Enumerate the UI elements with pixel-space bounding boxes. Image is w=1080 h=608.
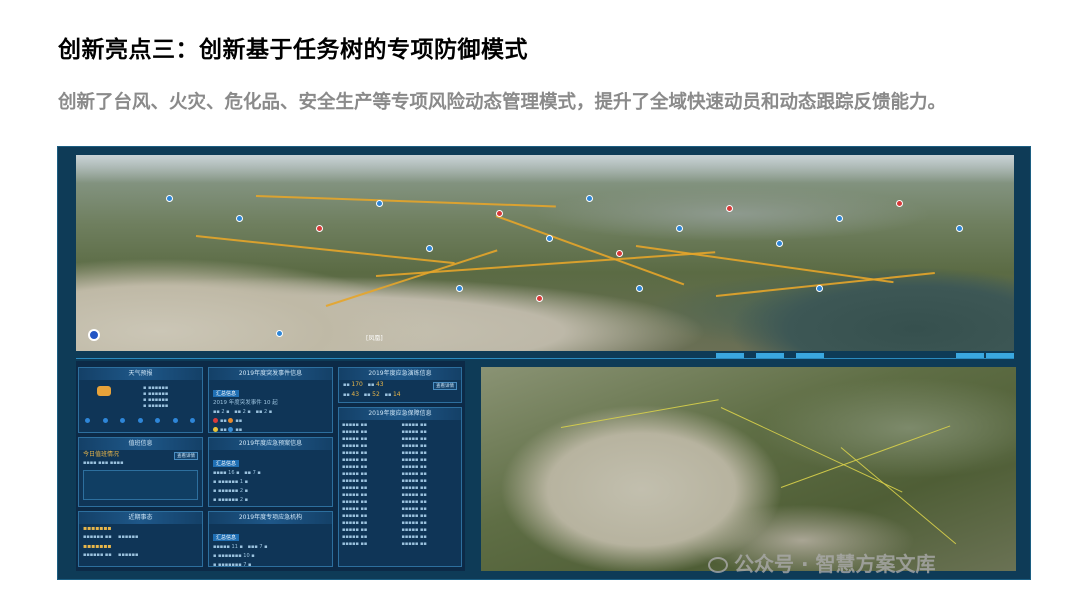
map-place-label: [凤凰] bbox=[366, 335, 383, 342]
agency-panel: 2019年度专项应急机构 汇总信息 ▪▪▪▪▪ 11 ▪ ▪▪▪ 7 ▪ ▪ ▪… bbox=[208, 511, 333, 567]
duty-panel: 值班信息 查看详情 今日值班情况 ▪▪▪▪ ▪▪▪ ▪▪▪▪ bbox=[78, 437, 203, 507]
aerial-map-right bbox=[481, 367, 1016, 571]
drill-panel: 2019年度应急演练信息 查看详情 ▪▪ 170 ▪▪ 43 ▪▪ 43 ▪▪ … bbox=[338, 367, 462, 403]
drill-more-button[interactable]: 查看详情 bbox=[433, 382, 457, 390]
divider-bar bbox=[76, 353, 1014, 359]
duty-more-button[interactable]: 查看详情 bbox=[174, 452, 198, 460]
recent-events-panel: 近期事态 ▪▪▪▪▪▪▪ ▪▪▪▪▪▪ ▪▪ ▪▪▪▪▪▪ ▪▪▪▪▪▪▪ ▪▪… bbox=[78, 511, 203, 567]
dashboard-panels: 天气预报 ▪ ▪▪▪▪▪▪ ▪ ▪▪▪▪▪▪ ▪ ▪▪▪▪▪▪ ▪ ▪▪▪▪▪▪ 值班… bbox=[76, 361, 465, 571]
aerial-map-top: [凤凰] bbox=[76, 155, 1014, 351]
weather-panel: 天气预报 ▪ ▪▪▪▪▪▪ ▪ ▪▪▪▪▪▪ ▪ ▪▪▪▪▪▪ ▪ ▪▪▪▪▪▪ bbox=[78, 367, 203, 433]
incident-panel: 2019年度突发事件信息 汇总信息 2019 年度突发事件 10 起 ▪▪ 2 … bbox=[208, 367, 333, 433]
support-panel: 2019年度应急保障信息 ▪▪▪▪▪ ▪▪ ▪▪▪▪▪ ▪▪ ▪▪▪▪▪ ▪▪ … bbox=[338, 407, 462, 567]
watermark: 公众号 · 智慧方案文库 bbox=[708, 548, 936, 577]
plan-panel: 2019年度应急预案信息 汇总信息 ▪▪▪▪ 16 ▪ ▪▪ 7 ▪ ▪ ▪▪▪… bbox=[208, 437, 333, 507]
compass-icon[interactable] bbox=[88, 329, 100, 341]
sun-cloud-icon bbox=[97, 386, 111, 396]
slide-title: 创新亮点三：创新基于任务树的专项防御模式 bbox=[58, 37, 528, 63]
wechat-icon bbox=[708, 557, 728, 573]
slide-subtitle: 创新了台风、火灾、危化品、安全生产等专项风险动态管理模式，提升了全域快速动员和动… bbox=[58, 92, 947, 113]
dashboard-screenshot: [凤凰] 天气预报 ▪ ▪▪▪▪▪▪ ▪ ▪▪▪▪▪▪ ▪ ▪▪▪▪▪▪ ▪ ▪▪▪▪… bbox=[57, 146, 1031, 580]
